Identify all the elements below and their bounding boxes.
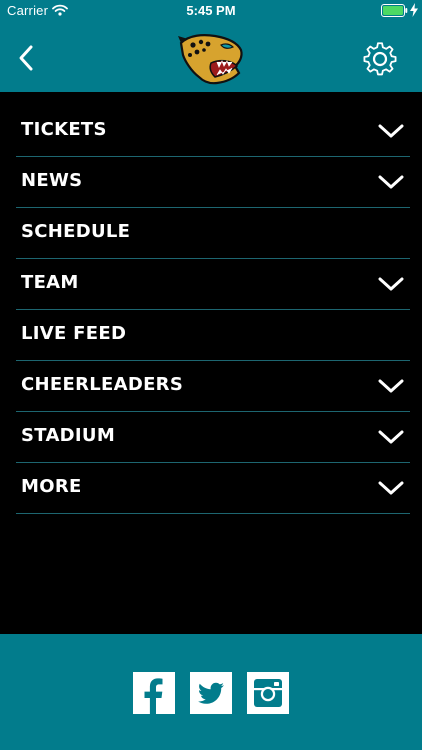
jaguar-head-logo xyxy=(178,34,243,85)
twitter-button[interactable] xyxy=(190,672,232,714)
chevron-down-icon xyxy=(378,175,404,189)
twitter-icon xyxy=(198,682,224,704)
menu-item-label: MORE xyxy=(21,476,82,497)
menu-item-label: NEWS xyxy=(21,170,83,191)
battery-icon xyxy=(381,4,408,17)
chevron-down-icon xyxy=(378,481,404,495)
menu-item-news[interactable]: NEWS xyxy=(16,157,410,208)
header: Carrier 5:45 PM xyxy=(0,0,422,92)
back-button[interactable] xyxy=(14,42,40,74)
menu-item-label: CHEERLEADERS xyxy=(21,374,184,395)
menu-item-live-feed[interactable]: LIVE FEED xyxy=(16,310,410,361)
gear-icon xyxy=(363,42,397,76)
chevron-down-icon xyxy=(378,124,404,138)
chevron-left-icon xyxy=(19,45,33,71)
instagram-icon xyxy=(254,679,282,707)
facebook-icon xyxy=(144,678,163,714)
menu-item-more[interactable]: MORE xyxy=(16,463,410,514)
facebook-button[interactable] xyxy=(133,672,175,714)
settings-button[interactable] xyxy=(361,40,399,78)
footer xyxy=(0,634,422,750)
menu-item-label: LIVE FEED xyxy=(21,323,127,344)
chevron-down-icon xyxy=(378,379,404,393)
menu-item-stadium[interactable]: STADIUM xyxy=(16,412,410,463)
instagram-button[interactable] xyxy=(247,672,289,714)
app-root: Carrier 5:45 PM TICKETS NEWS SCHEDULE TE… xyxy=(0,0,422,750)
menu-item-label: TEAM xyxy=(21,272,79,293)
status-bar: Carrier 5:45 PM xyxy=(0,0,422,22)
menu-item-label: SCHEDULE xyxy=(21,221,131,242)
menu-item-tickets[interactable]: TICKETS xyxy=(16,106,410,157)
menu-item-team[interactable]: TEAM xyxy=(16,259,410,310)
chevron-down-icon xyxy=(378,277,404,291)
main-menu: TICKETS NEWS SCHEDULE TEAM LIVE FEED CHE… xyxy=(16,106,410,514)
menu-item-cheerleaders[interactable]: CHEERLEADERS xyxy=(16,361,410,412)
menu-item-label: TICKETS xyxy=(21,119,107,140)
menu-item-label: STADIUM xyxy=(21,425,116,446)
charging-bolt-icon xyxy=(410,3,418,17)
clock: 5:45 PM xyxy=(186,3,236,18)
menu-item-schedule[interactable]: SCHEDULE xyxy=(16,208,410,259)
chevron-down-icon xyxy=(378,430,404,444)
